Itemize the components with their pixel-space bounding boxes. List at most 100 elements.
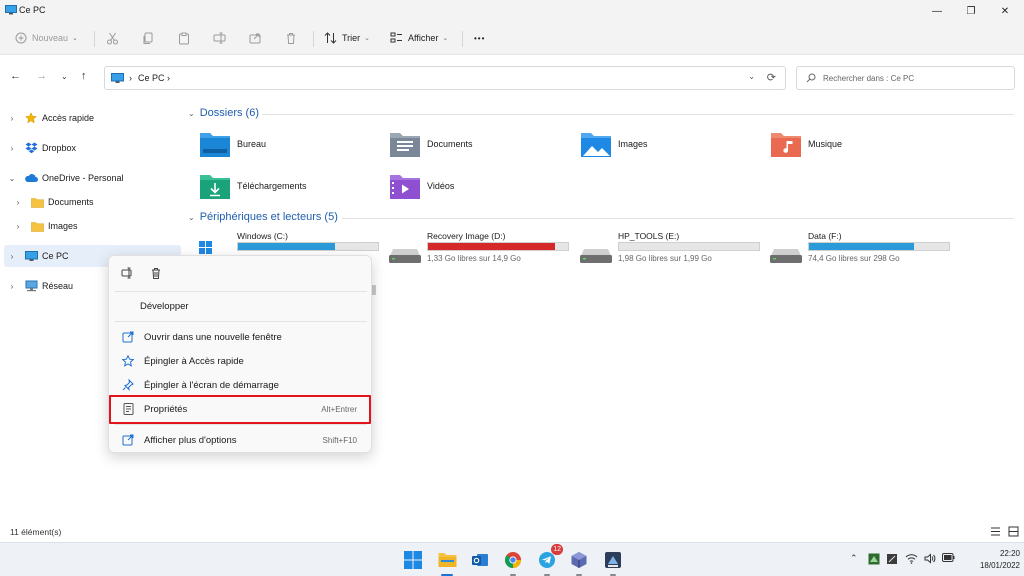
folders-section-title: Dossiers (6) — [199, 107, 259, 119]
expand-chevron-icon[interactable]: › — [6, 114, 18, 123]
share-icon — [249, 33, 261, 44]
chevron-down-icon: ⌄ — [364, 35, 371, 42]
volume-icon[interactable] — [924, 553, 936, 564]
outlook-icon[interactable] — [469, 549, 491, 571]
back-arrow-icon[interactable]: ← — [10, 70, 21, 82]
expand-chevron-icon[interactable]: › — [6, 252, 18, 261]
status-bar: 11 élément(s) — [0, 522, 1024, 542]
file-explorer-icon[interactable] — [436, 549, 458, 576]
maximize-button[interactable]: ❐ — [954, 0, 988, 22]
devices-section-header[interactable]: ⌄ Périphériques et lecteurs (5) — [188, 211, 338, 223]
view-icon — [390, 32, 402, 43]
wifi-icon[interactable] — [905, 553, 918, 564]
start-icon[interactable] — [402, 549, 424, 571]
folders-section-header[interactable]: ⌄ Dossiers (6) — [188, 107, 259, 119]
sidebar-item-label: Images — [48, 221, 78, 231]
menu-item-expand[interactable]: Développer — [113, 295, 369, 317]
rename-action-icon[interactable] — [119, 265, 135, 281]
details-view-icon[interactable] — [990, 526, 1001, 537]
address-bar[interactable]: › Ce PC › ⌄ ⟳ — [104, 66, 786, 90]
up-arrow-icon[interactable]: ↑ — [81, 70, 87, 82]
forward-arrow-icon[interactable]: → — [36, 70, 47, 82]
drive-usage-bar — [808, 242, 950, 251]
paste-button[interactable] — [178, 29, 190, 47]
sidebar-item-documents[interactable]: › Documents — [10, 191, 181, 213]
breadcrumb-ce-pc[interactable]: Ce PC — [138, 73, 165, 83]
rename-icon — [213, 32, 226, 44]
copy-button[interactable] — [142, 29, 154, 47]
close-button[interactable]: ✕ — [988, 0, 1022, 22]
drive-usage-fill — [238, 243, 335, 250]
pc-icon — [24, 249, 38, 263]
expand-chevron-icon[interactable]: › — [12, 198, 24, 207]
share-button[interactable] — [249, 29, 262, 47]
cut-button[interactable] — [106, 29, 119, 47]
menu-item-label: Ouvrir dans une nouvelle fenêtre — [144, 331, 282, 343]
more-options-button[interactable]: ••• — [474, 29, 485, 47]
title-bar: Ce PC — ❐ ✕ — [0, 0, 1024, 22]
chevron-down-icon[interactable]: ⌄ — [748, 72, 755, 81]
delete-button[interactable] — [285, 29, 297, 47]
rename-button[interactable] — [213, 29, 226, 47]
menu-item-more-options[interactable]: Afficher plus d'options Shift+F10 — [113, 429, 369, 451]
drive-usage-bar — [618, 242, 760, 251]
more-options-icon — [121, 433, 135, 447]
menu-item-pin-start[interactable]: Épingler à l'écran de démarrage — [113, 374, 369, 396]
videos-folder-icon — [390, 175, 420, 199]
clock-date: 18/01/2022 — [979, 561, 1020, 570]
expand-chevron-icon[interactable]: › — [12, 222, 24, 231]
refresh-icon[interactable]: ⟳ — [767, 71, 776, 84]
open-new-window-icon — [121, 330, 135, 344]
menu-item-label: Afficher plus d'options — [144, 434, 237, 446]
breadcrumb-separator[interactable]: › — [167, 73, 170, 83]
search-icon — [806, 73, 816, 83]
system-clock[interactable]: 22:20 18/01/2022 — [960, 548, 1020, 572]
chrome-icon[interactable] — [502, 549, 524, 576]
show-hidden-icons-chevron-icon[interactable]: ⌃ — [850, 553, 858, 564]
folder-item-videos[interactable]: Vidéos — [389, 169, 454, 203]
expand-chevron-icon[interactable]: › — [6, 282, 18, 291]
folder-item-telechargements[interactable]: Téléchargements — [199, 169, 307, 203]
tray-tool-icon[interactable] — [886, 553, 898, 565]
minimize-button[interactable]: — — [920, 0, 954, 22]
settings-app-icon[interactable] — [602, 549, 624, 576]
sidebar-item-onedrive[interactable]: ⌄ OneDrive - Personal — [4, 167, 181, 189]
sidebar-item-dropbox[interactable]: › Dropbox — [4, 137, 181, 159]
battery-icon[interactable] — [942, 553, 955, 562]
search-input[interactable] — [823, 71, 1008, 86]
sidebar-item-label: Réseau — [42, 281, 74, 291]
pc-icon — [111, 73, 124, 83]
new-button[interactable]: Nouveau ⌄ — [15, 29, 78, 47]
sidebar-item-quick-access[interactable]: › Accès rapide — [4, 107, 181, 129]
folder-item-bureau[interactable]: Bureau — [199, 127, 266, 161]
view-button-label: Afficher — [408, 33, 439, 43]
music-folder-icon — [771, 133, 801, 157]
folder-item-documents[interactable]: Documents — [389, 127, 473, 161]
view-button[interactable]: Afficher ⌄ — [390, 29, 448, 47]
expand-chevron-icon[interactable]: › — [6, 144, 18, 153]
sort-button[interactable]: Trier ⌄ — [324, 29, 370, 47]
drive-item-d[interactable]: Recovery Image (D:) 1,33 Go libres sur 1… — [389, 231, 574, 267]
tray-app-icon[interactable] — [868, 553, 880, 565]
sidebar-item-label: Ce PC — [42, 251, 69, 261]
collapse-chevron-icon[interactable]: ⌄ — [188, 109, 195, 118]
telegram-icon[interactable]: 12 — [536, 544, 563, 576]
folder-item-musique[interactable]: Musique — [770, 127, 842, 161]
item-count: 11 élément(s) — [10, 527, 62, 537]
menu-item-open-new-window[interactable]: Ouvrir dans une nouvelle fenêtre — [113, 326, 369, 348]
menu-item-pin-quick-access[interactable]: Épingler à Accès rapide — [113, 350, 369, 372]
delete-action-icon[interactable] — [148, 265, 164, 281]
drive-item-e[interactable]: HP_TOOLS (E:) 1,98 Go libres sur 1,99 Go — [580, 231, 765, 267]
menu-separator — [115, 424, 367, 425]
virtualbox-icon[interactable] — [568, 549, 590, 576]
tiles-view-icon[interactable] — [1008, 526, 1019, 537]
folder-item-images[interactable]: Images — [580, 127, 648, 161]
divider — [462, 31, 463, 47]
search-box[interactable] — [796, 66, 1015, 90]
drive-item-f[interactable]: Data (F:) 74,4 Go libres sur 298 Go — [770, 231, 955, 267]
collapse-chevron-icon[interactable]: ⌄ — [188, 213, 195, 222]
collapse-chevron-icon[interactable]: ⌄ — [6, 174, 18, 183]
sidebar-item-images[interactable]: › Images — [10, 215, 181, 237]
recent-locations-chevron-icon[interactable]: ⌄ — [61, 72, 68, 81]
folder-name: Musique — [808, 139, 843, 149]
